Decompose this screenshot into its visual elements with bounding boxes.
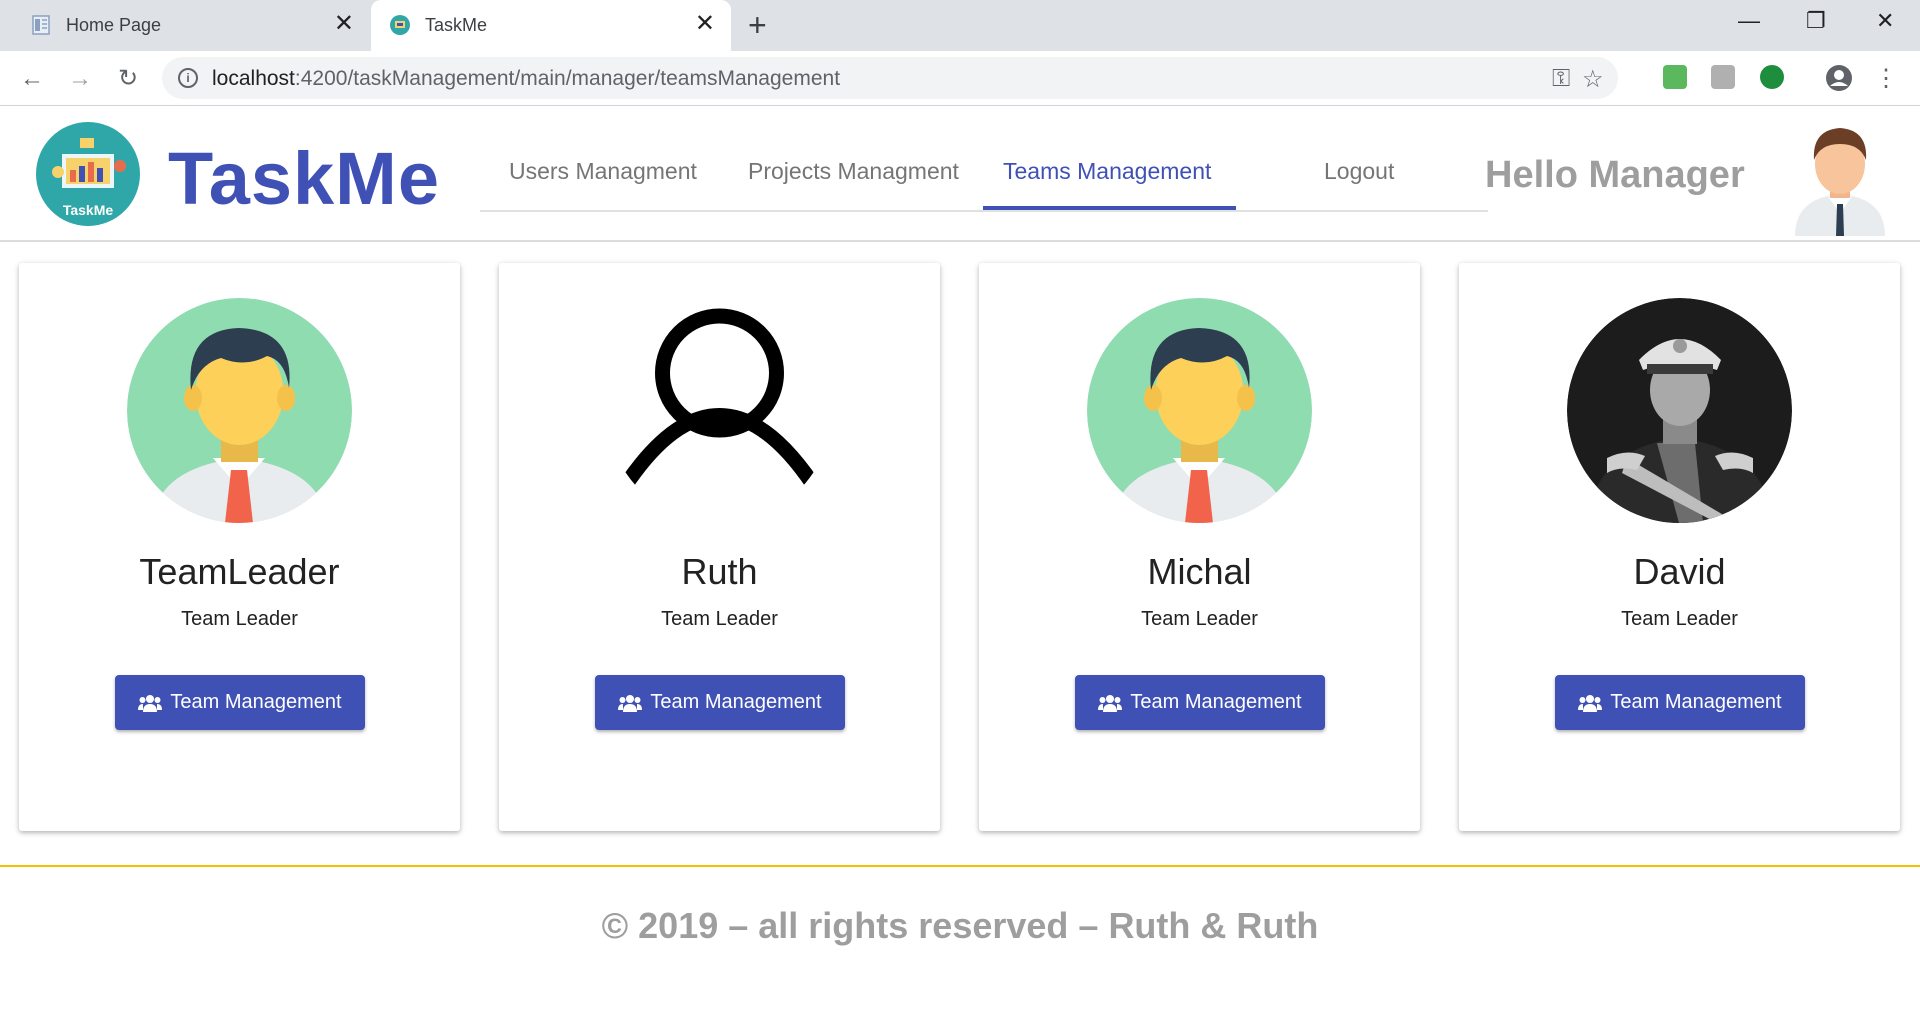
button-label: Team Management: [170, 691, 342, 713]
military-portrait-photo: [1567, 298, 1792, 523]
button-label: Team Management: [1130, 691, 1302, 713]
url-text[interactable]: localhost:4200/taskManagement/main/manag…: [212, 67, 840, 91]
brand-title: TaskMe: [168, 137, 440, 220]
forward-icon[interactable]: →: [64, 63, 96, 95]
taskme-logo[interactable]: TaskMe: [36, 122, 140, 226]
app-header: TaskMe TaskMe Users Managment Projects M…: [0, 106, 1920, 242]
team-leader-role: Team Leader: [661, 608, 778, 630]
close-tab-icon[interactable]: ✕: [695, 11, 715, 37]
extension-icon[interactable]: [1711, 65, 1735, 89]
manager-avatar[interactable]: [1790, 116, 1890, 236]
users-icon: [618, 694, 643, 712]
browser-tab-home-page[interactable]: Home Page ✕: [0, 0, 370, 51]
logo-label: TaskMe: [62, 202, 114, 218]
close-tab-icon[interactable]: ✕: [334, 11, 354, 37]
nav-teams-management[interactable]: Teams Management: [1003, 158, 1211, 185]
reload-icon[interactable]: ↻: [112, 63, 144, 95]
users-icon: [1098, 694, 1123, 712]
button-label: Team Management: [650, 691, 822, 713]
greeting: Hello Manager: [1485, 154, 1745, 196]
close-window-icon[interactable]: ✕: [1876, 8, 1894, 34]
new-tab-button[interactable]: +: [748, 8, 767, 42]
team-management-button[interactable]: Team Management: [595, 675, 845, 730]
team-leader-name: David: [1633, 551, 1726, 592]
url-host: localhost: [212, 67, 295, 90]
more-menu-icon[interactable]: ⋮: [1870, 63, 1902, 95]
back-icon[interactable]: ←: [16, 63, 48, 95]
address-bar[interactable]: i localhost:4200/taskManagement/main/man…: [162, 57, 1618, 99]
restore-window-icon[interactable]: ❐: [1806, 8, 1826, 34]
tab-title: TaskMe: [425, 15, 488, 35]
document-icon: [32, 15, 50, 35]
key-icon[interactable]: ⚿: [1552, 65, 1570, 93]
tab-title: Home Page: [66, 15, 162, 35]
users-icon: [138, 694, 163, 712]
nav-users-management[interactable]: Users Managment: [509, 158, 697, 185]
team-card: David Team Leader Team Management: [1459, 263, 1900, 831]
url-path: :4200/taskManagement/main/manager/teamsM…: [294, 67, 841, 90]
browser-tab-taskme[interactable]: TaskMe ✕: [371, 0, 731, 51]
team-leader-name: Michal: [1147, 551, 1252, 592]
team-card: Michal Team Leader Team Management: [979, 263, 1420, 831]
cartoon-man-avatar: [1087, 298, 1312, 523]
person-outline-avatar: [607, 298, 832, 523]
site-info-icon[interactable]: i: [178, 68, 198, 88]
team-card: Ruth Team Leader Team Management: [499, 263, 940, 831]
users-icon: [1578, 694, 1603, 712]
team-management-button[interactable]: Team Management: [115, 675, 365, 730]
team-leader-name: Ruth: [681, 551, 758, 592]
extension-icon[interactable]: [1663, 65, 1687, 89]
nav-logout[interactable]: Logout: [1324, 158, 1394, 185]
team-management-button[interactable]: Team Management: [1555, 675, 1805, 730]
extension-icon[interactable]: [1760, 65, 1784, 89]
cartoon-man-avatar: [127, 298, 352, 523]
team-card: TeamLeader Team Leader Team Management: [19, 263, 460, 831]
active-tab-indicator: [983, 206, 1236, 210]
browser-toolbar: ← → ↻ i localhost:4200/taskManagement/ma…: [0, 51, 1920, 106]
team-management-button[interactable]: Team Management: [1075, 675, 1325, 730]
profile-icon[interactable]: [1824, 63, 1854, 93]
team-leader-role: Team Leader: [1141, 608, 1258, 630]
team-leader-role: Team Leader: [1621, 608, 1738, 630]
team-leader-role: Team Leader: [181, 608, 298, 630]
browser-tab-bar: Home Page ✕ TaskMe ✕ + — ❐ ✕: [0, 0, 1920, 51]
nav-projects-management[interactable]: Projects Managment: [748, 158, 959, 185]
footer-divider: [0, 865, 1920, 867]
taskme-favicon-icon: [390, 15, 410, 35]
nav-underline: [480, 210, 1488, 212]
bookmark-star-icon[interactable]: ☆: [1582, 65, 1604, 94]
minimize-window-icon[interactable]: —: [1738, 8, 1760, 34]
button-label: Team Management: [1610, 691, 1782, 713]
team-leader-name: TeamLeader: [139, 551, 340, 592]
footer-copyright: © 2019 – all rights reserved – Ruth & Ru…: [601, 905, 1319, 946]
